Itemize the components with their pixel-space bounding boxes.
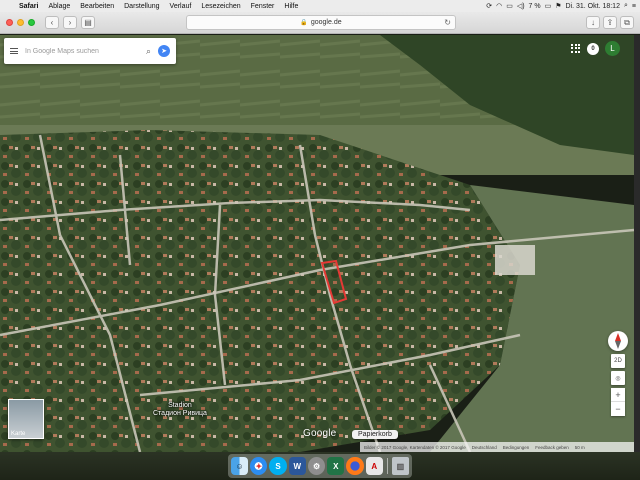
google-logo: Google xyxy=(303,428,337,439)
excel-icon[interactable]: X xyxy=(327,457,345,475)
search-icon[interactable]: ⌕ xyxy=(146,46,151,57)
dock: ☺ ✦ S W ⚙ X A ▥ xyxy=(228,454,412,478)
sync-icon[interactable]: ⟳ xyxy=(486,2,492,10)
compass-icon[interactable] xyxy=(608,331,628,351)
map-controls: 2D ◎ + − xyxy=(608,331,628,416)
skype-icon[interactable]: S xyxy=(269,457,287,475)
reload-icon[interactable]: ↻ xyxy=(444,18,451,27)
sidebar-toggle-icon[interactable]: ▤ xyxy=(81,16,95,29)
maps-search-box: ⌕ ➤ xyxy=(4,38,176,64)
tabs-overview-icon[interactable]: ⧉ xyxy=(620,16,634,29)
notifications-badge[interactable]: 0 xyxy=(587,42,599,55)
menu-bar: Safari Ablage Bearbeiten Darstellung Ver… xyxy=(0,0,640,12)
zoom-out-button[interactable]: − xyxy=(611,402,625,416)
poi-subtitle: Стадион Ривица xyxy=(153,410,207,417)
menu-safari[interactable]: Safari xyxy=(14,3,43,10)
spotlight-icon[interactable]: ⌕ xyxy=(624,2,628,10)
account-area: 0 L xyxy=(571,41,620,56)
my-location-icon[interactable]: ◎ xyxy=(611,371,625,385)
terms-link[interactable]: Bedingungen xyxy=(503,445,530,450)
zoom-control: + − xyxy=(611,388,625,416)
browser-toolbar: ‹ › ▤ 🔒 google.de ↻ ↓ ⇪ ⧉ xyxy=(0,12,640,34)
maps-search-input[interactable] xyxy=(25,47,139,55)
lock-icon: 🔒 xyxy=(300,20,308,26)
finder-icon[interactable]: ☺ xyxy=(231,457,249,475)
menu-icon[interactable] xyxy=(10,48,18,54)
view-mode-button[interactable]: 2D xyxy=(611,354,625,368)
google-apps-icon[interactable] xyxy=(571,43,581,54)
firefox-icon[interactable] xyxy=(346,457,364,475)
close-window-button[interactable] xyxy=(6,19,13,26)
imagery-credit: Bilder © 2017 Google, Kartendaten © 2017… xyxy=(364,444,466,450)
menu-fenster[interactable]: Fenster xyxy=(246,3,280,10)
battery-percent[interactable]: 7 % xyxy=(529,3,541,10)
directions-icon[interactable]: ➤ xyxy=(158,45,170,57)
dock-tooltip: Papierkorb xyxy=(352,430,398,439)
system-preferences-icon[interactable]: ⚙ xyxy=(307,457,326,475)
map-type-label: Karte xyxy=(11,431,26,437)
notification-center-icon[interactable]: ≡ xyxy=(632,3,636,10)
scale-bar[interactable]: 50 m xyxy=(575,445,585,450)
zoom-in-button[interactable]: + xyxy=(611,388,625,402)
share-icon[interactable]: ⇪ xyxy=(603,16,617,29)
menu-darstellung[interactable]: Darstellung xyxy=(119,3,164,10)
url-text: google.de xyxy=(310,19,342,26)
map-type-toggle[interactable]: Karte xyxy=(8,399,44,439)
map-footer: Bilder © 2017 Google, Kartendaten © 2017… xyxy=(360,442,634,452)
wifi-icon[interactable]: ◠ xyxy=(496,2,502,10)
minimize-window-button[interactable] xyxy=(17,19,24,26)
satellite-map[interactable]: ⌕ ➤ 0 L Karte Stadion Стадион Ривица Goo… xyxy=(0,35,634,452)
menu-ablage[interactable]: Ablage xyxy=(43,3,75,10)
feedback-link[interactable]: Feedback geben xyxy=(535,445,569,450)
battery-icon: ▭ xyxy=(544,3,552,10)
forward-button[interactable]: › xyxy=(63,16,77,29)
window-controls xyxy=(6,19,35,26)
address-bar[interactable]: 🔒 google.de ↻ xyxy=(186,15,456,30)
volume-icon[interactable]: ◁) xyxy=(517,2,525,10)
display-icon[interactable]: ▭ xyxy=(506,2,513,10)
zoom-window-button[interactable] xyxy=(28,19,35,26)
clock[interactable]: Di. 31. Okt. 18:12 xyxy=(566,3,620,10)
flag-icon[interactable]: ⚑ xyxy=(555,2,561,10)
avatar[interactable]: L xyxy=(605,41,620,56)
menu-lesezeichen[interactable]: Lesezeichen xyxy=(196,3,245,10)
menu-bearbeiten[interactable]: Bearbeiten xyxy=(75,3,119,10)
word-icon[interactable]: W xyxy=(288,457,306,475)
menu-verlauf[interactable]: Verlauf xyxy=(165,3,197,10)
acrobat-icon[interactable]: A xyxy=(365,457,383,475)
window-edge xyxy=(634,35,640,452)
poi-label-stadion[interactable]: Stadion Стадион Ривица xyxy=(153,402,207,418)
poi-title: Stadion xyxy=(168,402,192,409)
country-link[interactable]: Deutschland xyxy=(472,445,497,450)
trash-icon[interactable]: ▥ xyxy=(391,457,410,475)
safari-icon[interactable]: ✦ xyxy=(250,457,268,475)
satellite-imagery xyxy=(0,35,634,452)
menu-hilfe[interactable]: Hilfe xyxy=(279,3,303,10)
back-button[interactable]: ‹ xyxy=(45,16,59,29)
dock-separator xyxy=(386,458,388,474)
download-icon[interactable]: ↓ xyxy=(586,16,600,29)
